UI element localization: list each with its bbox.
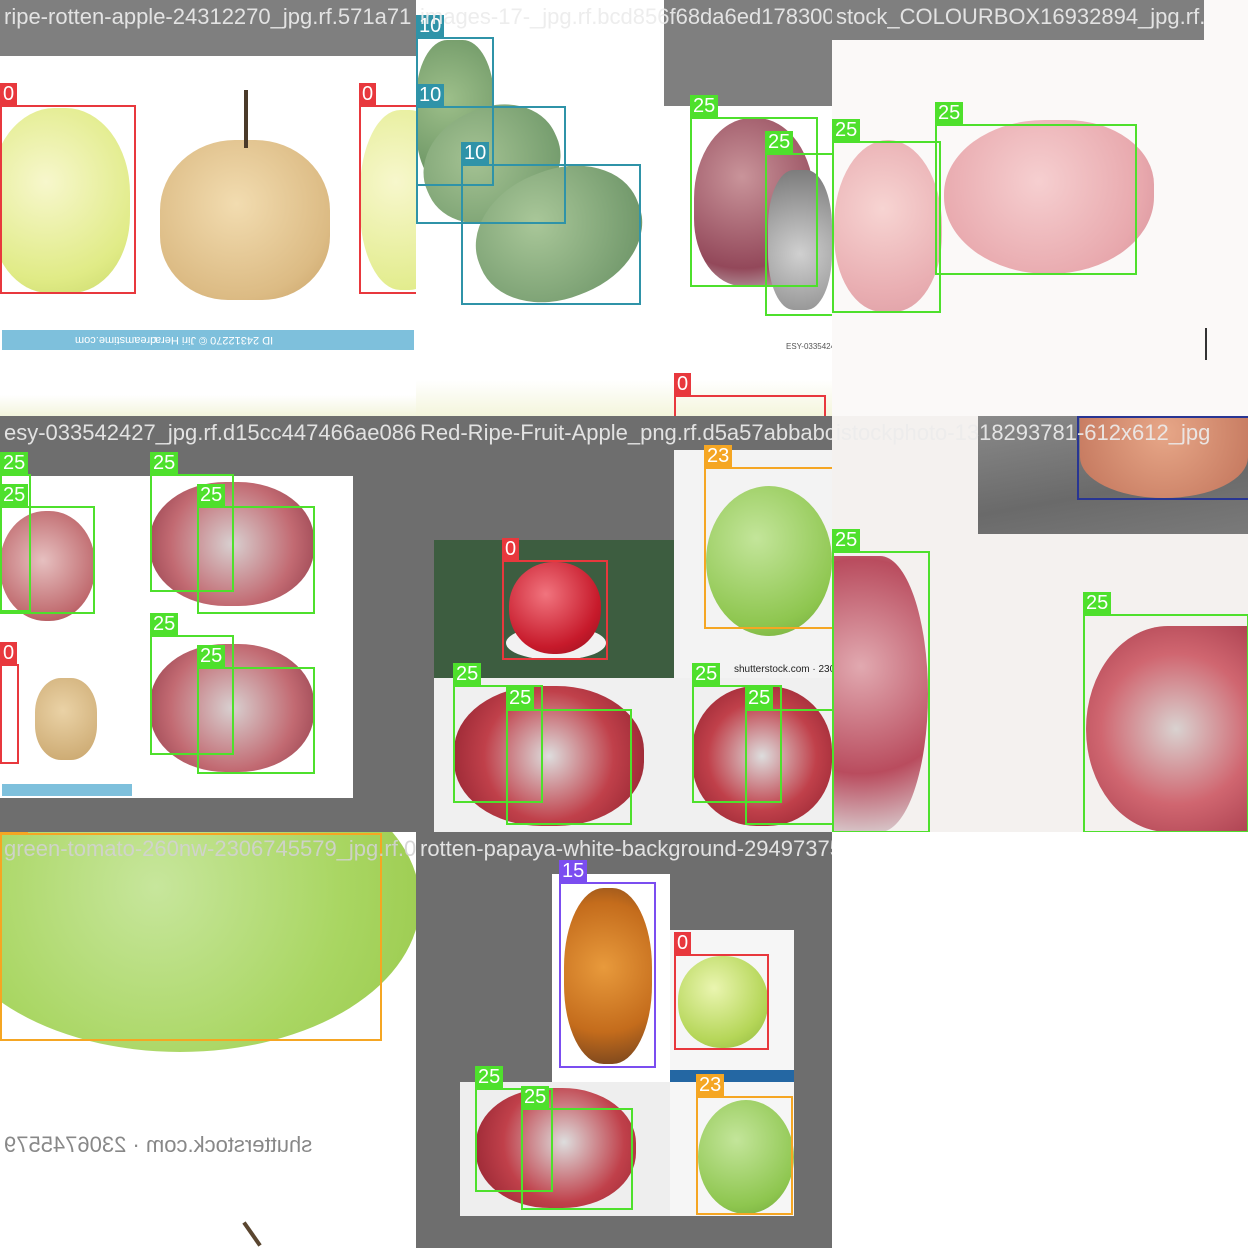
apple-bottom-crop <box>0 395 416 416</box>
bbox-strawberry: 25 <box>765 131 832 316</box>
tile-title: Red-Ripe-Fruit-Apple_png.rf.d5a57abbabcd <box>420 420 832 445</box>
watermark-esy: ESY-033542427 <box>786 342 832 351</box>
mosaic-tile-3: stock_COLOURBOX16932894_jpg.rf. 25 25 <box>832 0 1248 416</box>
watermark-strip <box>2 784 132 796</box>
mosaic-tile-7: shutterstock.com · 2306745579 green-toma… <box>0 832 416 1248</box>
tile-title: ripe-rotten-apple-24312270_jpg.rf.571a71 <box>4 4 412 29</box>
bbox-strawberry: 25 <box>832 529 930 832</box>
mosaic-tile-2: ESY-033542427 images-17-_jpg.rf.bcd856f6… <box>416 0 832 416</box>
tile-title: istockphoto-1318293781-612x612_jpg <box>836 420 1211 445</box>
rotten-apple-photo <box>160 140 330 300</box>
watermark-dreamstime-id: ID 24312270 © Jiri Hera <box>155 334 274 346</box>
rotten-apple-photo <box>35 678 97 760</box>
bbox-strawberry: 25 <box>1083 592 1248 832</box>
blue-strip <box>670 1070 794 1082</box>
bbox-strawberry: 25 <box>0 484 95 614</box>
bbox-apple: 0 <box>0 642 19 764</box>
bbox-apple: 0 <box>674 373 826 416</box>
watermark-dreamstime: dreamstime.com <box>75 334 157 346</box>
thin-dark-mark <box>1205 328 1207 360</box>
bbox-apple: 0 <box>0 83 136 294</box>
mosaic-tile-5: shutterstock.com · 23067 Red-Ripe-Fruit-… <box>416 416 832 832</box>
bbox-apple: 0 <box>674 932 769 1050</box>
bbox-papaya: 15 <box>559 860 656 1068</box>
bbox-apple: 0 <box>359 83 416 294</box>
tile-title: esy-033542427_jpg.rf.d15cc447466ae0865b <box>4 420 416 445</box>
bbox-tomato: 23 <box>0 832 382 1041</box>
mosaic-tile-8: rotten-papaya-white-background-29497375_… <box>416 832 832 1248</box>
mosaic-tile-4: esy-033542427_jpg.rf.d15cc447466ae0865b … <box>0 416 416 832</box>
empty-mosaic-cell <box>832 832 1248 1248</box>
bbox-strawberry: 25 <box>197 484 315 614</box>
bbox-strawberry: 25 <box>197 645 315 774</box>
bbox-strawberry: 25 <box>745 687 832 825</box>
apple-stem <box>242 1221 262 1247</box>
tile-title: images-17-_jpg.rf.bcd856f68da6ed17830001 <box>420 4 832 29</box>
apple-stem <box>244 90 248 148</box>
tile-title: rotten-papaya-white-background-29497375_ <box>420 836 832 861</box>
bbox-strawberry: 25 <box>935 102 1137 275</box>
bbox-feijoa: 10 <box>461 142 641 305</box>
tile-title: green-tomato-260nw-2306745579_jpg.rf.012… <box>4 836 416 861</box>
bbox-strawberry: 25 <box>506 687 632 825</box>
bbox-apple: 0 <box>502 538 608 660</box>
bbox-tomato: 23 <box>696 1074 793 1215</box>
mosaic-tile-1: dreamstime.com ID 24312270 © Jiri Hera r… <box>0 0 416 416</box>
watermark-shutterstock: shutterstock.com · 2306745579 <box>4 1132 313 1157</box>
bbox-strawberry: 25 <box>521 1086 633 1210</box>
mosaic-tile-6: istockphoto-1318293781-612x612_jpg 12 25… <box>832 416 1248 832</box>
bbox-tomato: 23 <box>704 445 832 629</box>
bbox-strawberry: 25 <box>832 119 941 313</box>
tile-title: stock_COLOURBOX16932894_jpg.rf. <box>836 4 1206 29</box>
watermark-shutterstock: shutterstock.com · 23067 <box>734 664 832 675</box>
